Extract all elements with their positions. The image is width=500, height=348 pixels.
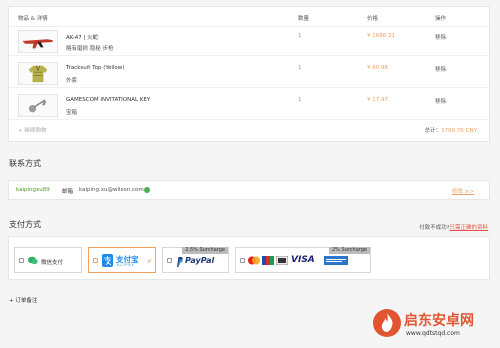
cart-total: 总计：1760.76 CNY xyxy=(425,126,477,134)
radio-icon[interactable] xyxy=(167,258,172,263)
remove-button[interactable]: 移除 xyxy=(435,97,446,105)
header-action: 操作 xyxy=(435,16,447,22)
payment-option-paypal[interactable]: 2.5% Surcharge PayPal xyxy=(162,247,229,273)
amex-icon xyxy=(324,256,348,265)
total-label: 总计： xyxy=(424,128,442,134)
visa-label: VISA xyxy=(291,255,315,265)
continue-shopping-link[interactable]: + 继续购物 xyxy=(18,126,46,134)
mastercard-icon xyxy=(248,256,260,265)
item-price: ¥ 60.98 xyxy=(367,65,388,71)
contact-title: 联系方式 xyxy=(9,159,41,168)
payment-title: 支付方式 xyxy=(9,220,41,229)
watermark-text: 启东安卓网 xyxy=(404,313,474,329)
item-name: Tracksuit Top (Yellow) xyxy=(66,65,125,71)
header-item: 物品 & 详情 xyxy=(18,16,48,22)
radio-icon[interactable] xyxy=(93,258,98,263)
item-sub: 略有磨损 隐秘 步枪 xyxy=(66,46,114,52)
unionpay-icon xyxy=(276,256,288,265)
payment-methods: 微信支付 支付宝 ALIPAY ✔ 2.5% Surcharge PayPal … xyxy=(8,236,490,280)
payment-option-wechat[interactable]: 微信支付 xyxy=(14,247,82,273)
alipay-sublabel: ALIPAY xyxy=(117,263,135,267)
payment-option-cards[interactable]: 2% Surcharge VISA xyxy=(235,247,371,273)
payment-note: 付款不成功?只需正确的资料 xyxy=(419,223,488,231)
key-icon xyxy=(18,94,58,117)
item-price: ¥ 17.47 xyxy=(367,97,388,103)
cart-panel: 物品 & 详情 数量 价格 操作 AK-47 | 火蛇 略有磨损 隐秘 步枪 1… xyxy=(8,6,490,142)
selected-check-icon: ✔ xyxy=(146,258,152,265)
jcb-icon xyxy=(262,256,274,265)
surcharge-badge: 2% Surcharge xyxy=(328,247,370,254)
item-qty[interactable]: 1 xyxy=(298,33,302,39)
username: kaipingxu89 xyxy=(16,187,50,193)
mail-value: kaiping.xu@wilson.com xyxy=(79,187,144,193)
item-qty[interactable]: 1 xyxy=(298,65,302,71)
header-qty: 数量 xyxy=(298,16,310,22)
mail-label: 邮箱 xyxy=(62,189,74,195)
item-sub: 宝箱 xyxy=(66,110,78,116)
wechat-label: 微信支付 xyxy=(41,260,64,266)
paypal-icon xyxy=(177,257,183,267)
alipay-icon xyxy=(102,254,113,267)
cart-row: AK-47 | 火蛇 略有磨损 隐秘 步枪 1 ¥ 1686.31 移除 xyxy=(9,28,489,56)
payment-help-link[interactable]: 只需正确的资料 xyxy=(449,225,488,231)
radio-icon[interactable] xyxy=(240,258,245,263)
item-price: ¥ 1686.31 xyxy=(367,33,395,39)
surcharge-badge: 2.5% Surcharge xyxy=(182,247,228,254)
paypal-label: PayPal xyxy=(185,256,215,265)
verified-icon xyxy=(144,187,150,193)
fire-logo-icon xyxy=(373,309,401,337)
item-qty[interactable]: 1 xyxy=(298,97,302,103)
order-note-toggle[interactable]: + 订单备注 xyxy=(9,296,37,304)
watermark-url: www.qdtstqd.com xyxy=(406,330,460,337)
payment-option-alipay[interactable]: 支付宝 ALIPAY ✔ xyxy=(88,247,156,273)
watermark-logo: 启东安卓网 www.qdtstqd.com xyxy=(372,306,498,346)
cart-header: 物品 & 详情 数量 价格 操作 xyxy=(9,7,489,27)
item-name: GAMESCOM INVITATIONAL KEY xyxy=(66,97,151,103)
contact-box: kaipingxu89 邮箱 kaiping.xu@wilson.com 修改 … xyxy=(8,180,490,200)
payment-note-text: 付款不成功? xyxy=(419,225,450,231)
item-sub: 外套 xyxy=(66,78,78,84)
remove-button[interactable]: 移除 xyxy=(435,65,446,73)
edit-contact-link[interactable]: 修改 >> xyxy=(452,187,474,195)
cart-row: GAMESCOM INVITATIONAL KEY 宝箱 1 ¥ 17.47 移… xyxy=(9,92,489,120)
cart-row: Tracksuit Top (Yellow) 外套 1 ¥ 60.98 移除 xyxy=(9,60,489,88)
wechat-icon xyxy=(28,256,38,265)
radio-icon[interactable] xyxy=(19,258,24,263)
item-name: AK-47 | 火蛇 xyxy=(66,35,99,41)
ak47-rifle-icon xyxy=(18,30,58,53)
remove-button[interactable]: 移除 xyxy=(435,33,446,41)
header-price: 价格 xyxy=(367,16,379,22)
tracksuit-icon xyxy=(18,62,58,85)
total-amount: 1760.76 CNY xyxy=(441,128,477,134)
